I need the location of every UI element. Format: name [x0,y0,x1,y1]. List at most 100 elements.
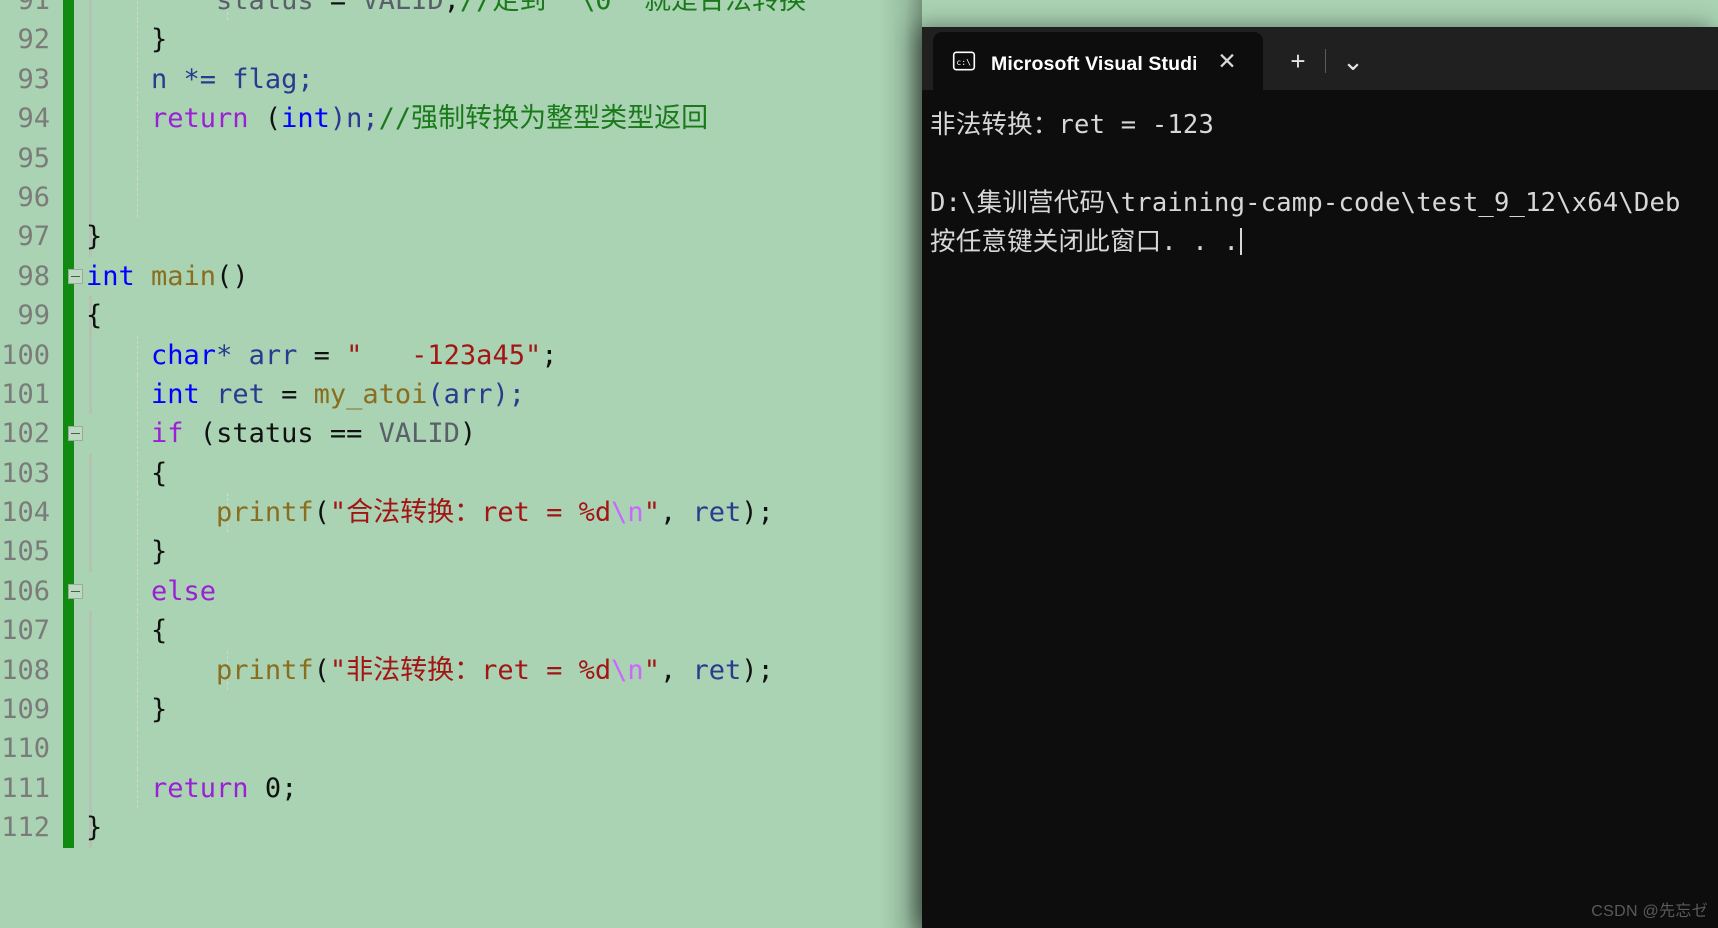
token-char: char [151,339,217,371]
code-text: if (status == VALID) [86,414,476,453]
console-titlebar[interactable]: c:\ Microsoft Visual Studio 调试控 ✕ + ⌄ [922,27,1718,90]
token-paren: ( [183,418,217,450]
token-status: status [216,0,314,16]
new-tab-icon[interactable]: + [1275,41,1321,81]
code-text: { [86,296,102,335]
line-number: 112 [1,812,50,844]
code-line[interactable]: 111 return 0; [0,768,960,809]
token-brace: { [86,300,103,332]
change-indicator-bar [63,374,74,415]
token-return-value: 0; [248,772,298,804]
code-line[interactable]: 100 char* arr = " -123a45"; [0,335,960,375]
console-prompt-text: 按任意键关闭此窗口. . . [930,227,1240,257]
outline-collapse-icon[interactable] [68,426,83,442]
line-number: 108 [1,654,50,686]
line-number: 97 [17,221,50,253]
code-line[interactable]: 91 status = VALID;//走到 '\0' 就是合法转换 [0,0,960,21]
code-line[interactable]: 102 if (status == VALID) [0,414,960,454]
line-number: 98 [17,260,50,292]
code-line[interactable]: 107 { [0,611,960,651]
code-text: n *= flag; [86,60,314,99]
code-line[interactable]: 112 } [0,808,960,848]
code-line[interactable]: 97 } [0,217,960,257]
code-line[interactable]: 101 int ret = my_atoi(arr); [0,374,960,415]
change-indicator-bar [63,808,74,848]
token-cast-close: )n; [329,103,379,135]
token-assign: = [264,378,314,410]
token-paren: ( [248,103,282,135]
token-comment: //走到 '\0' 就是合法转换 [459,0,806,16]
editor-guide-line [89,729,92,769]
code-text: } [86,217,102,256]
token-string-close: " [643,497,660,529]
tab-debug-console[interactable]: c:\ Microsoft Visual Studio 调试控 ✕ [933,32,1263,90]
change-indicator-bar [63,611,74,651]
indent-guide [137,177,139,218]
code-line[interactable]: 108 printf("非法转换：ret = %d\n", ret); [0,650,960,691]
token-valid: VALID [378,418,460,450]
token-ret-arg: ret [692,654,742,686]
code-line[interactable]: 99 { [0,296,960,336]
code-text: return (int)n;//强制转换为整型类型返回 [86,99,708,138]
code-line[interactable]: 105 } [0,532,960,572]
line-number: 107 [1,615,50,647]
token-parens: () [216,260,249,292]
code-text: } [86,808,102,847]
line-number: 94 [17,103,50,135]
line-number: 106 [1,575,50,607]
line-number: 99 [17,300,50,332]
token-return: return [151,772,249,804]
change-indicator-bar [63,138,74,178]
change-indicator-bar [63,20,74,60]
change-indicator-bar [63,0,74,21]
code-line[interactable]: 92 } [0,20,960,60]
code-line[interactable]: 95 [0,138,960,178]
editor-guide-line [89,177,92,218]
change-indicator-bar [63,59,74,100]
token-if: if [151,418,184,450]
token-comment: //强制转换为整型类型返回 [378,103,709,135]
code-text: int main() [86,257,249,296]
console-output-area[interactable]: 非法转换：ret = -123 D:\集训营代码\training-camp-c… [922,90,1718,928]
token-valid: VALID [362,0,444,16]
code-line[interactable]: 96 [0,177,960,218]
token-my-atoi: my_atoi [313,378,428,410]
code-line[interactable]: 94 return (int)n;//强制转换为整型类型返回 [0,99,960,139]
token-call-args: (arr); [427,378,525,410]
token-ret: ret [199,378,265,410]
token-brace: } [151,536,168,568]
code-line[interactable]: 93 n *= flag; [0,59,960,100]
code-line[interactable]: 109 } [0,690,960,730]
code-line[interactable]: 103 { [0,453,960,494]
token-ret-arg: ret [692,497,742,529]
line-number: 102 [1,418,50,450]
token-string: "合法转换：ret = %d [329,497,612,529]
token-semicolon: ; [541,339,558,371]
chevron-down-icon[interactable]: ⌄ [1330,41,1376,81]
token-paren: ( [313,654,330,686]
line-number: 91 [17,0,50,16]
code-line[interactable]: 106 else [0,571,960,612]
code-line[interactable]: 110 [0,729,960,769]
token-string-close: " [643,654,660,686]
outline-collapse-icon[interactable] [68,268,83,284]
code-lines-container[interactable]: 91 status = VALID;//走到 '\0' 就是合法转换 92 } … [0,0,960,848]
indent-guide [137,138,139,178]
token-brace: } [86,812,103,844]
code-line[interactable]: 98 int main() [0,256,960,297]
svg-text:c:\: c:\ [956,57,971,67]
change-indicator-bar [63,729,74,769]
editor-guide-line [89,138,92,178]
code-text: char* arr = " -123a45"; [86,336,557,375]
change-indicator-bar [63,177,74,218]
debug-console-window[interactable]: c:\ Microsoft Visual Studio 调试控 ✕ + ⌄ 非法… [922,27,1718,928]
token-escape: \n [611,654,644,686]
tab-actions[interactable]: + ⌄ [1275,32,1376,90]
token-escape: \n [611,497,644,529]
code-line[interactable]: 104 printf("合法转换：ret = %d\n", ret); [0,493,960,533]
token-return: return [151,103,249,135]
token-call-end: ); [741,497,774,529]
outline-collapse-icon[interactable] [68,583,83,599]
change-indicator-bar [63,650,74,691]
close-icon[interactable]: ✕ [1210,44,1244,78]
